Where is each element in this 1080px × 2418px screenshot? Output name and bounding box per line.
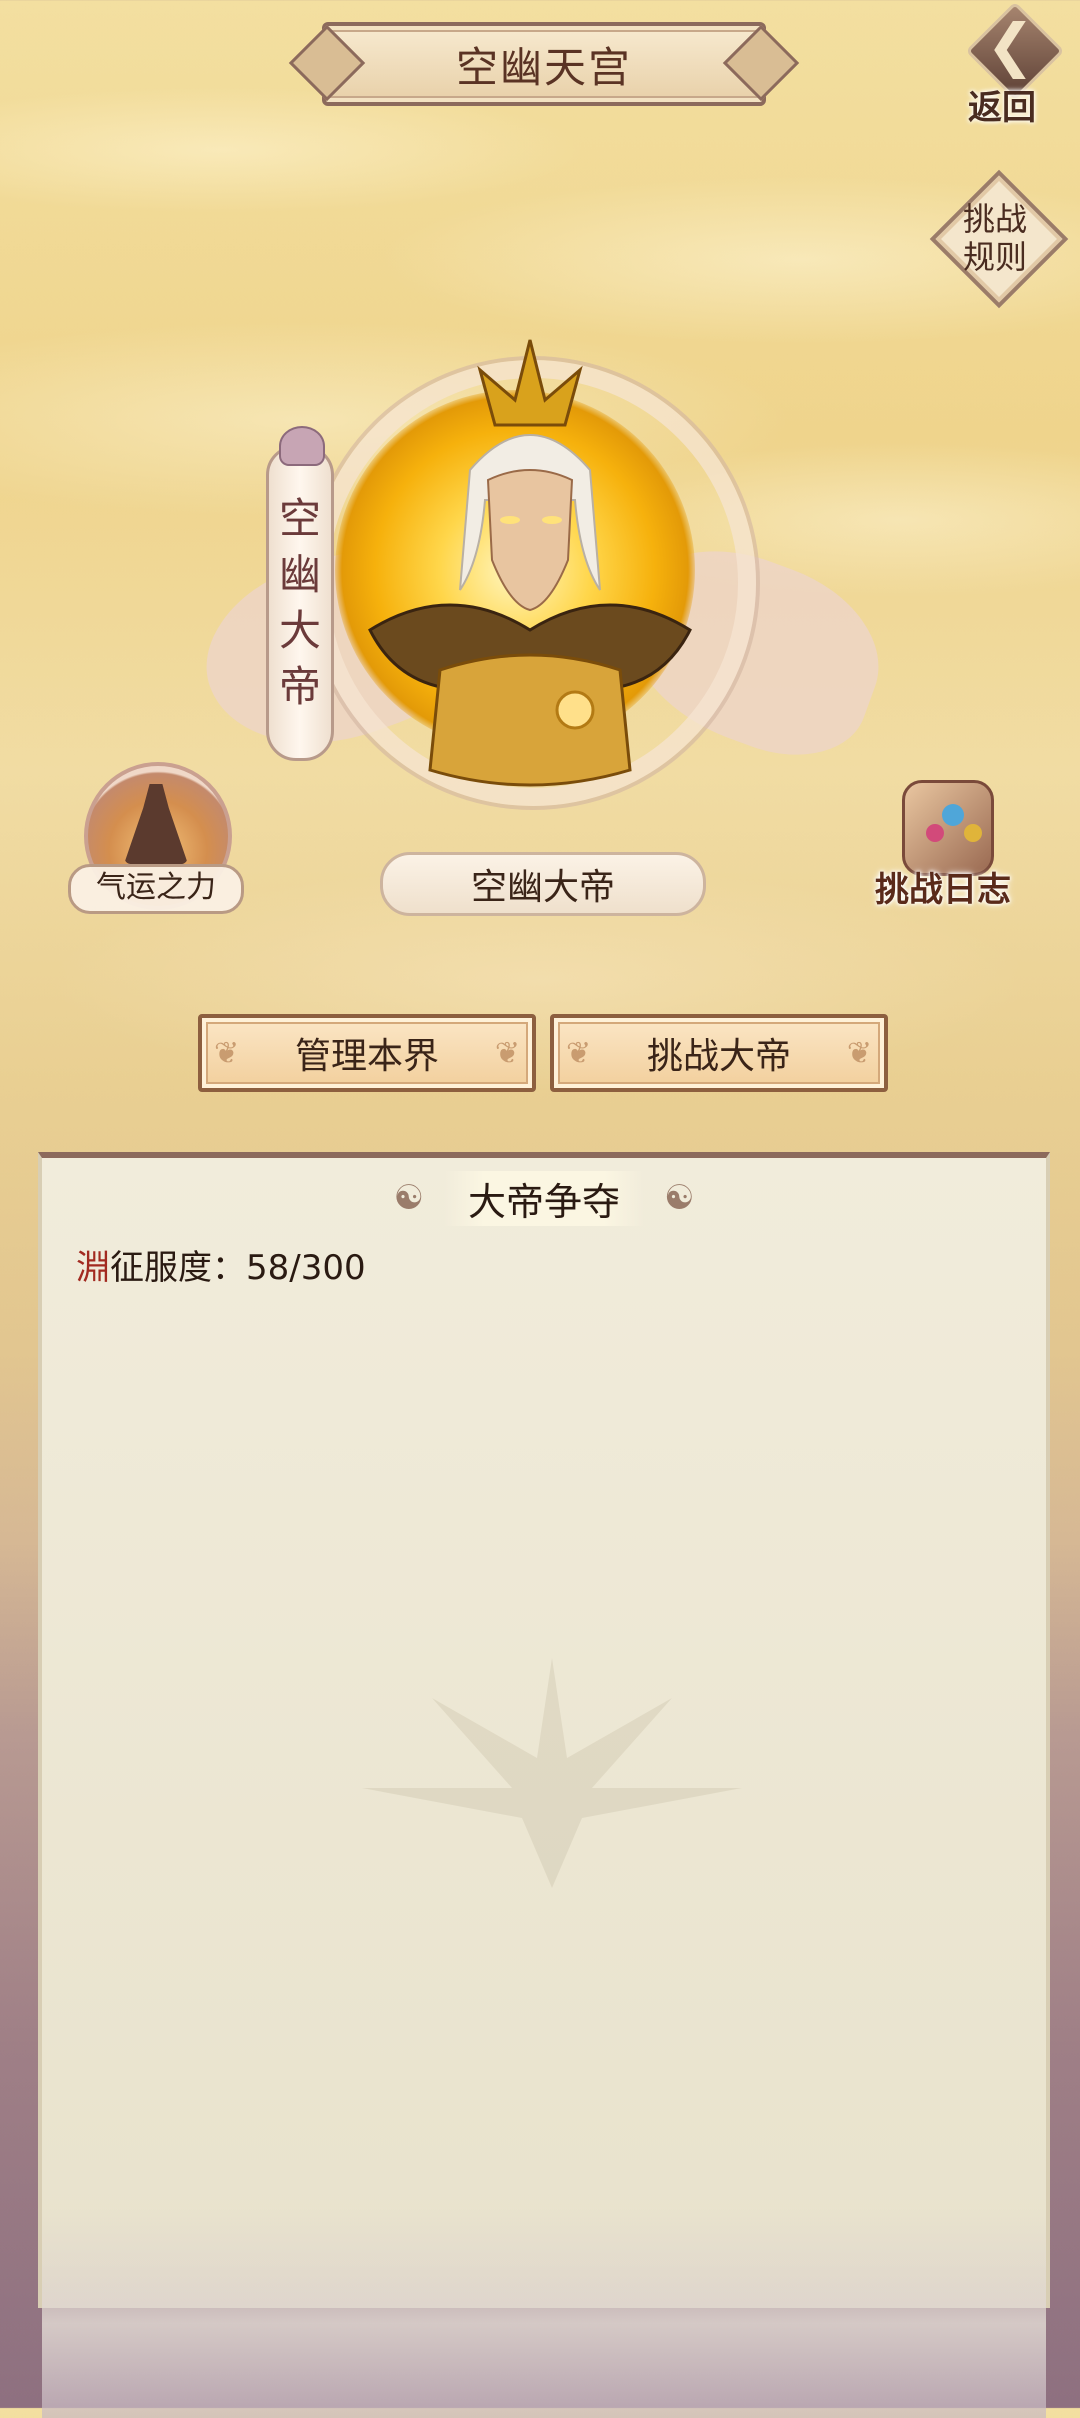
page-title-plate: 空幽天宫 [322, 22, 766, 106]
challenge-emperor-button[interactable]: ❦ 挑战大帝 ❦ [550, 1014, 888, 1092]
scroll-ornament-icon: ❦ [846, 1036, 872, 1071]
scroll-ornament-icon: ❦ [566, 1036, 592, 1071]
back-label: 返回 [968, 88, 1036, 128]
conquest-progress: 淵征服度：58/300 [76, 1240, 366, 1289]
challenge-log-label: 挑战日志 [875, 870, 1011, 910]
challenge-rules-label: 挑战规则 [962, 200, 1027, 276]
emperor-name-plate: 空幽大帝 [380, 852, 706, 916]
conquest-progress-label: 征服度：58/300 [110, 1248, 366, 1288]
scroll-ornament-icon: ❦ [214, 1036, 240, 1071]
back-arrow-icon: ❮ [986, 11, 1035, 79]
cloud-footer [42, 2208, 1046, 2418]
panel-header: ☯ 大帝争夺 ☯ [42, 1168, 1046, 1228]
back-button[interactable]: ❮ 返回 [962, 1, 1065, 128]
banner-title: 空幽大帝 [278, 494, 321, 711]
phoenix-watermark-icon [362, 1658, 742, 1888]
panel-title: 大帝争夺 [443, 1170, 644, 1226]
yin-yang-right-icon: ☯ [664, 1178, 695, 1218]
scroll-ornament-icon: ❦ [494, 1036, 520, 1071]
challenge-emperor-label: 挑战大帝 [646, 1036, 791, 1077]
emperor-title-banner: 空幽大帝 [266, 426, 334, 761]
fortune-power-label: 气运之力 [68, 864, 244, 914]
manage-realm-button[interactable]: ❦ 管理本界 ❦ [198, 1014, 536, 1092]
banner-cap-icon [279, 426, 325, 466]
manage-realm-label: 管理本界 [294, 1036, 439, 1077]
page-title: 空幽天宫 [455, 42, 632, 92]
emperor-name: 空幽大帝 [470, 867, 615, 908]
emperor-portrait[interactable] [330, 330, 730, 810]
emperor-contest-panel: ☯ 大帝争夺 ☯ 淵征服度：58/300 [38, 1152, 1050, 2418]
challenge-rules-button[interactable]: 挑战规则 [929, 169, 1069, 309]
fortune-power-button[interactable]: 气运之力 [68, 762, 244, 914]
realm-mark: 淵 [76, 1248, 110, 1288]
gem-ornament-icon [942, 804, 964, 826]
yin-yang-left-icon: ☯ [393, 1178, 424, 1218]
challenge-log-button[interactable]: 挑战日志 [868, 780, 1018, 910]
